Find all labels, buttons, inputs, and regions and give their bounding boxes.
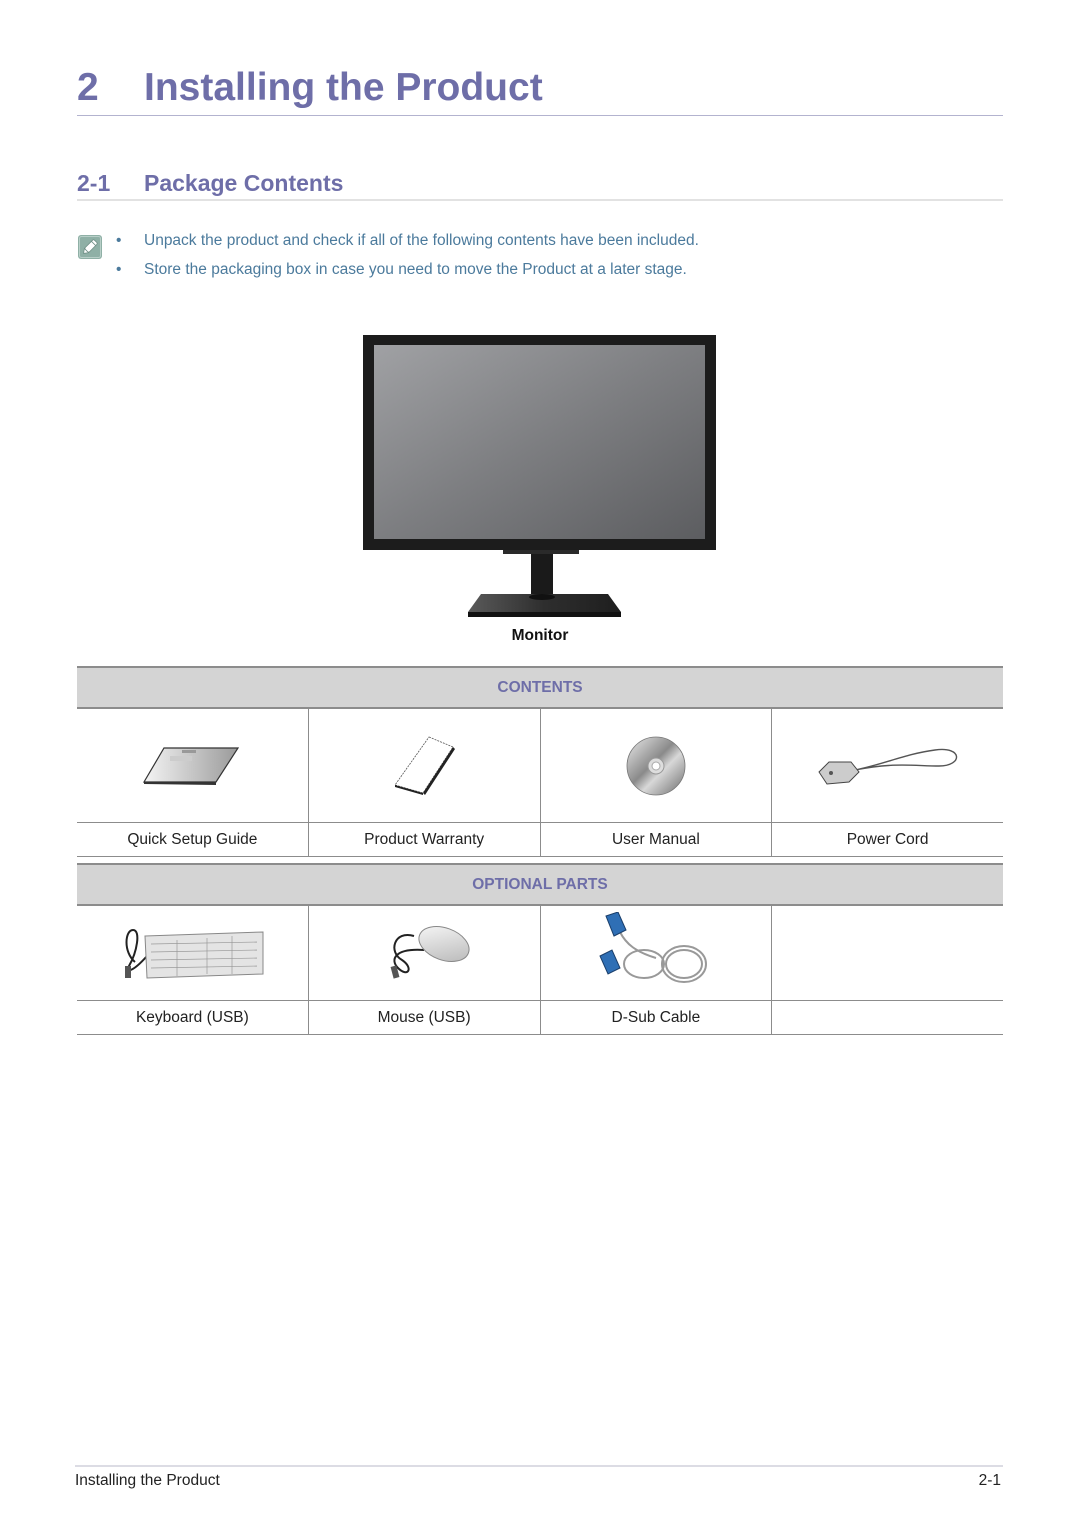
- note-pencil-icon: [78, 235, 102, 259]
- optional-parts-header: OPTIONAL PARTS: [77, 863, 1003, 906]
- power-cord-image: [771, 709, 1003, 822]
- chapter-number: 2: [77, 66, 99, 109]
- item-label: Quick Setup Guide: [127, 831, 258, 848]
- section-title: Package Contents: [144, 170, 344, 196]
- chapter-title: Installing the Product: [144, 66, 543, 109]
- item-label: Product Warranty: [307, 823, 540, 856]
- bullet: •: [116, 232, 122, 249]
- dsub-cable-image: [539, 906, 772, 1000]
- monitor-label: Monitor: [511, 627, 569, 644]
- chapter-heading: 2 Installing the Product: [77, 64, 1003, 116]
- note-text: Store the packaging box in case you need…: [144, 261, 687, 278]
- monitor-image: [363, 335, 716, 619]
- bullet: •: [116, 261, 122, 278]
- item-label: Keyboard (USB): [135, 1009, 249, 1026]
- mouse-image: [307, 906, 540, 1000]
- contents-image-row: [77, 709, 1003, 823]
- quick-setup-guide-image: [77, 709, 308, 822]
- note-text: Unpack the product and check if all of t…: [144, 232, 699, 249]
- footer-divider: [75, 1465, 1003, 1467]
- contents-header: CONTENTS: [77, 666, 1003, 709]
- section-heading: 2-1 Package Contents: [77, 168, 1003, 201]
- item-label: D-Sub Cable: [539, 1001, 772, 1034]
- keyboard-image: [77, 906, 308, 1000]
- optional-parts-image-row: [77, 906, 1003, 1001]
- cd-disc-image: [539, 709, 772, 822]
- item-label: [771, 1001, 1003, 1034]
- optional-parts-table: OPTIONAL PARTS Keyboard (USB) Mouse (USB…: [77, 863, 1003, 1035]
- section-number: 2-1: [77, 170, 111, 196]
- page-number: 2-1: [978, 1472, 1001, 1489]
- item-label: Mouse (USB): [307, 1001, 540, 1034]
- contents-label-row: Quick Setup Guide Product Warranty User …: [77, 823, 1003, 857]
- warranty-booklet-image: [307, 709, 540, 822]
- item-label: User Manual: [539, 823, 772, 856]
- empty-cell: [771, 906, 1003, 1000]
- item-label: Power Cord: [771, 823, 1003, 856]
- contents-table: CONTENTS Quick Setup Guide Product Warra…: [77, 666, 1003, 857]
- optional-parts-label-row: Keyboard (USB) Mouse (USB) D-Sub Cable: [77, 1001, 1003, 1035]
- footer-title: Installing the Product: [75, 1472, 220, 1489]
